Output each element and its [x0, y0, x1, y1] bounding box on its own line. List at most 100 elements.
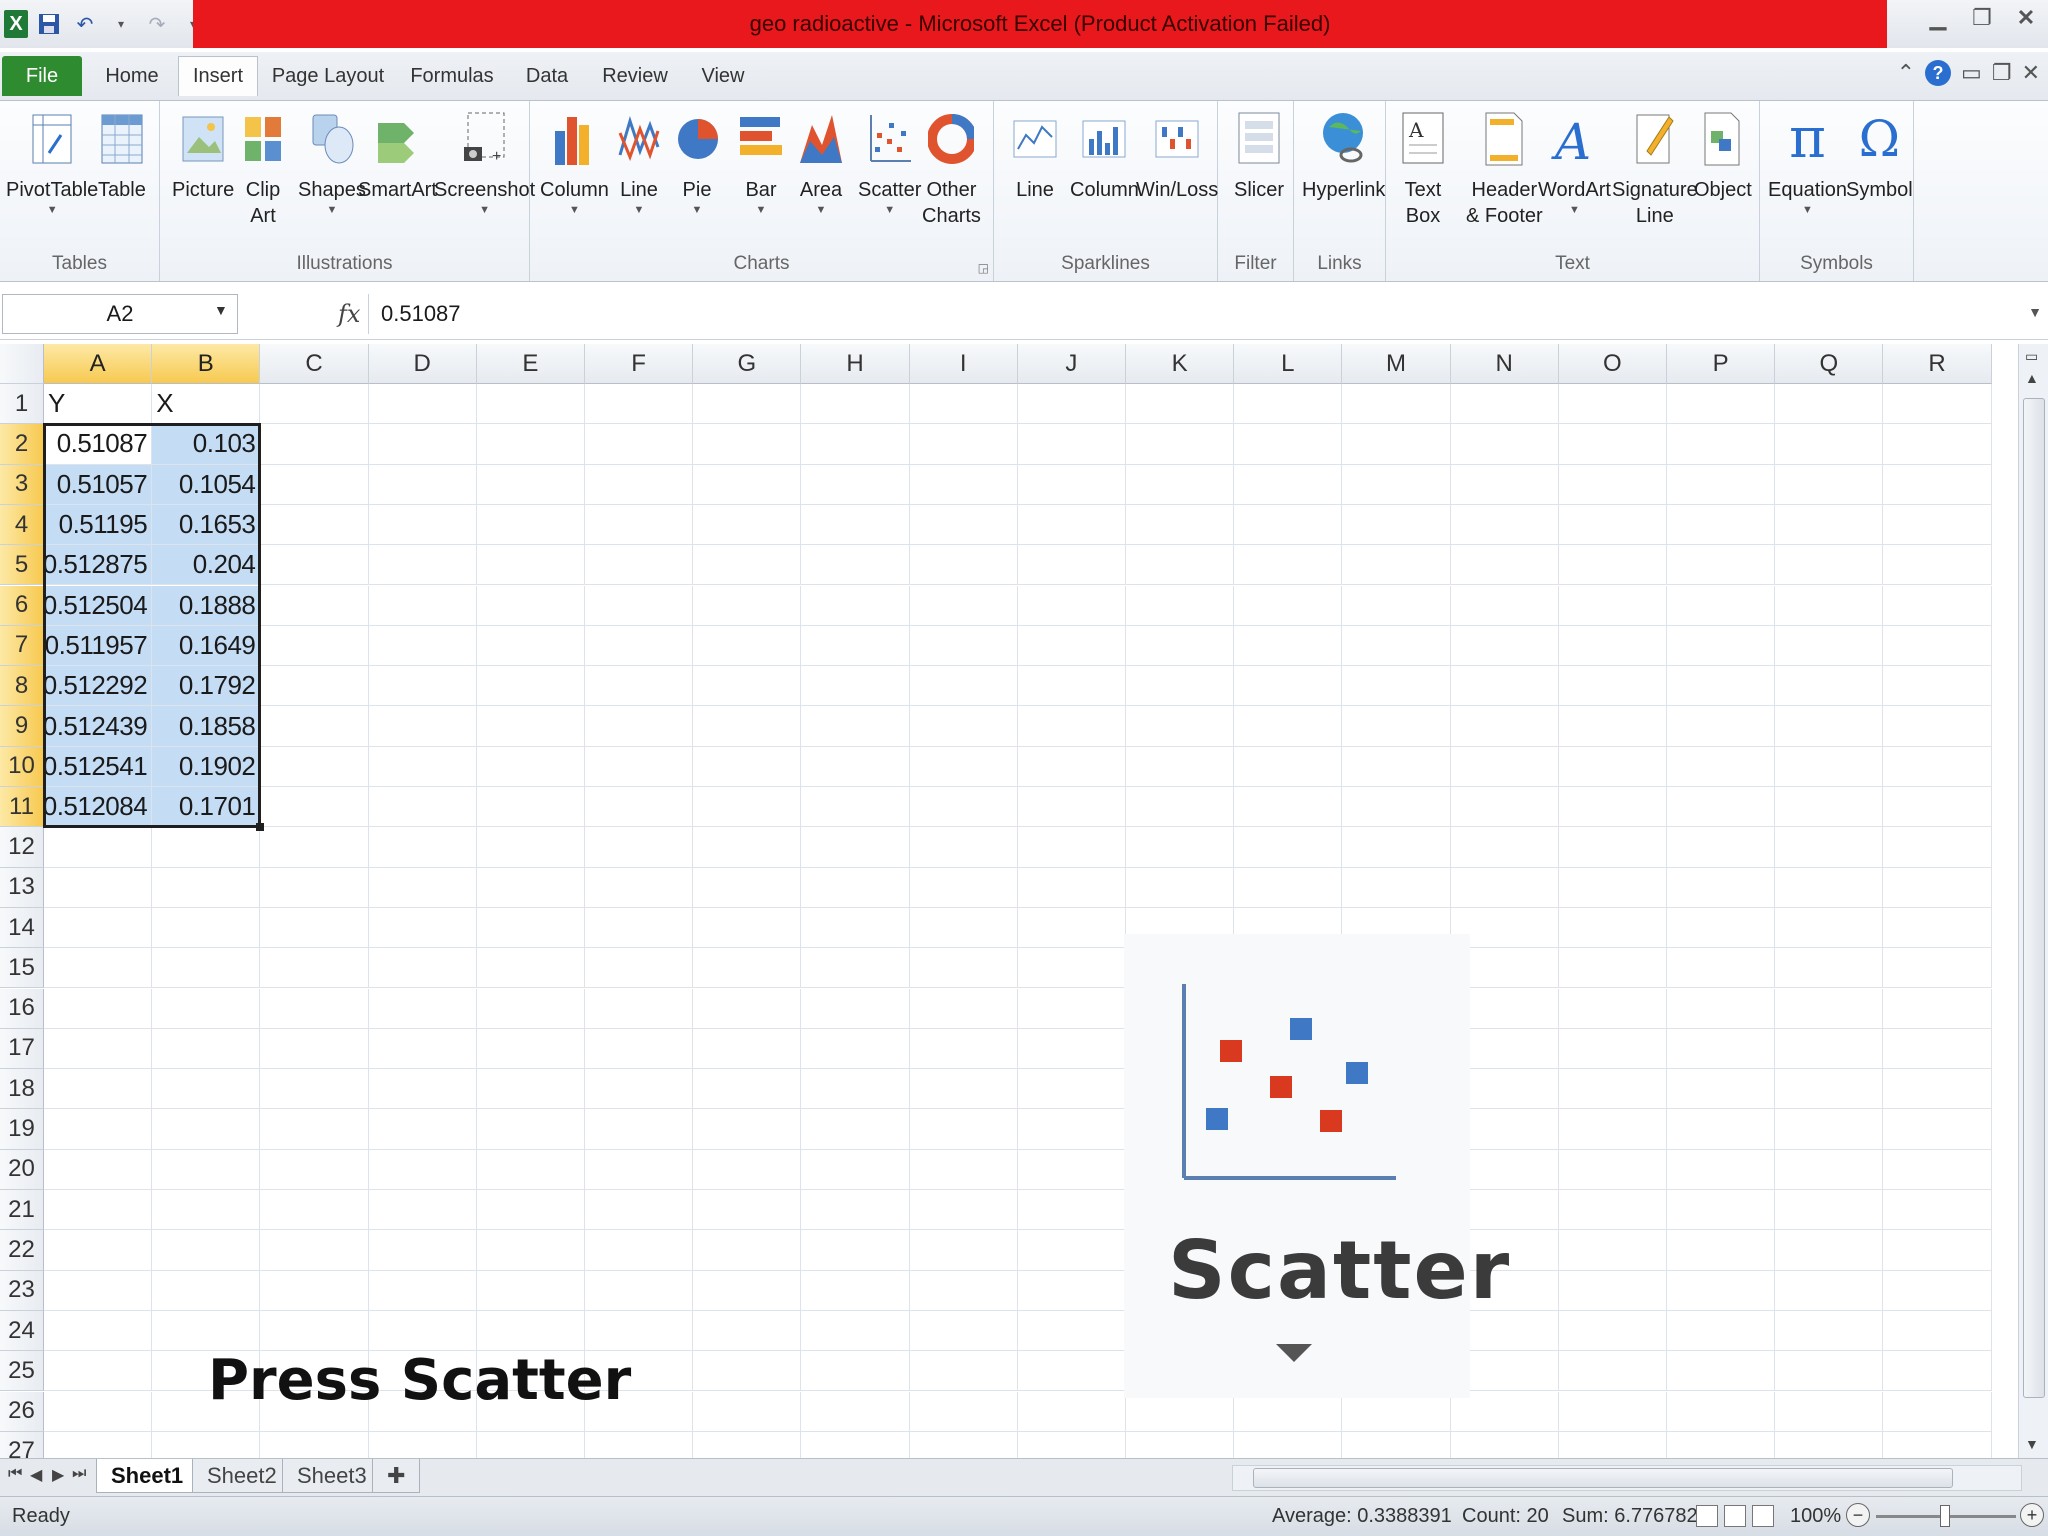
- cell-I26[interactable]: [909, 1391, 1018, 1432]
- column-header[interactable]: B: [152, 344, 261, 384]
- tab-review[interactable]: Review: [596, 56, 674, 96]
- zoom-slider-knob[interactable]: [1940, 1505, 1950, 1527]
- cell-I17[interactable]: [909, 1028, 1018, 1070]
- cell-E24[interactable]: [476, 1310, 585, 1352]
- cell-P17[interactable]: [1667, 1028, 1776, 1070]
- minimize-ribbon-icon[interactable]: ⌃: [1897, 60, 1915, 86]
- cell-C1[interactable]: [260, 384, 369, 425]
- expand-formula-bar-icon[interactable]: ▼: [2028, 304, 2042, 320]
- cell-I16[interactable]: [909, 988, 1018, 1029]
- cell-B2[interactable]: 0.103: [152, 424, 261, 465]
- cell-R12[interactable]: [1883, 827, 1992, 868]
- cell-H13[interactable]: [801, 867, 910, 908]
- cell-R20[interactable]: [1883, 1149, 1992, 1190]
- cell-A12[interactable]: [44, 827, 153, 868]
- cell-Q6[interactable]: [1775, 585, 1884, 626]
- cell-Q14[interactable]: [1775, 907, 1884, 949]
- cell-J24[interactable]: [1017, 1310, 1126, 1352]
- cell-D4[interactable]: [368, 504, 477, 546]
- cell-P8[interactable]: [1667, 666, 1776, 707]
- cell-F5[interactable]: [585, 545, 694, 586]
- cell-C3[interactable]: [260, 464, 369, 505]
- cell-Q7[interactable]: [1775, 625, 1884, 667]
- cell-A26[interactable]: [44, 1391, 153, 1432]
- save-icon[interactable]: [34, 8, 64, 40]
- cell-B3[interactable]: 0.1054: [152, 464, 261, 505]
- cell-G2[interactable]: [693, 424, 802, 465]
- cell-M2[interactable]: [1342, 424, 1451, 465]
- cell-Q17[interactable]: [1775, 1028, 1884, 1070]
- cell-O15[interactable]: [1558, 948, 1667, 989]
- cell-D11[interactable]: [368, 787, 477, 828]
- cell-I8[interactable]: [909, 666, 1018, 707]
- cell-M11[interactable]: [1342, 787, 1451, 828]
- cell-L12[interactable]: [1234, 827, 1343, 868]
- column-header[interactable]: E: [476, 344, 585, 384]
- cell-K2[interactable]: [1126, 424, 1235, 465]
- cell-I12[interactable]: [909, 827, 1018, 868]
- cell-L3[interactable]: [1234, 464, 1343, 505]
- cell-N12[interactable]: [1450, 827, 1559, 868]
- cell-I2[interactable]: [909, 424, 1018, 465]
- cell-Q18[interactable]: [1775, 1069, 1884, 1110]
- column-header[interactable]: J: [1017, 344, 1126, 384]
- table-button[interactable]: Table: [98, 109, 146, 203]
- tab-formulas[interactable]: Formulas: [404, 56, 500, 96]
- row-header[interactable]: 25: [0, 1351, 44, 1392]
- cell-R27[interactable]: [1883, 1431, 1992, 1458]
- cell-G7[interactable]: [693, 625, 802, 667]
- cell-R9[interactable]: [1883, 706, 1992, 747]
- row-header[interactable]: 21: [0, 1190, 44, 1231]
- cell-F19[interactable]: [585, 1109, 694, 1150]
- page-layout-view-icon[interactable]: [1724, 1505, 1746, 1527]
- cell-Q10[interactable]: [1775, 746, 1884, 787]
- cell-D16[interactable]: [368, 988, 477, 1029]
- cell-B8[interactable]: 0.1792: [152, 666, 261, 707]
- cell-H21[interactable]: [801, 1190, 910, 1231]
- vertical-scroll-thumb[interactable]: [2023, 398, 2045, 1398]
- horizontal-scroll-thumb[interactable]: [1253, 1468, 1953, 1488]
- cell-K9[interactable]: [1126, 706, 1235, 747]
- cell-A19[interactable]: [44, 1109, 153, 1150]
- cell-N7[interactable]: [1450, 625, 1559, 667]
- cell-H25[interactable]: [801, 1351, 910, 1392]
- cell-J10[interactable]: [1017, 746, 1126, 787]
- wordart-button[interactable]: A WordArt ▼: [1538, 109, 1611, 217]
- cell-R14[interactable]: [1883, 907, 1992, 949]
- cell-L7[interactable]: [1234, 625, 1343, 667]
- row-header[interactable]: 9: [0, 706, 44, 747]
- cell-B24[interactable]: [152, 1310, 261, 1352]
- column-header[interactable]: P: [1667, 344, 1776, 384]
- cell-A2[interactable]: 0.51087: [44, 424, 153, 465]
- cell-J13[interactable]: [1017, 867, 1126, 908]
- cell-Q5[interactable]: [1775, 545, 1884, 586]
- cell-R11[interactable]: [1883, 787, 1992, 828]
- cell-M10[interactable]: [1342, 746, 1451, 787]
- cell-D12[interactable]: [368, 827, 477, 868]
- row-header[interactable]: 16: [0, 988, 44, 1029]
- cell-J11[interactable]: [1017, 787, 1126, 828]
- cell-A8[interactable]: 0.512292: [43, 666, 153, 707]
- cell-O23[interactable]: [1558, 1270, 1667, 1311]
- cell-E17[interactable]: [476, 1028, 585, 1070]
- cell-A10[interactable]: 0.512541: [43, 746, 153, 787]
- cell-P2[interactable]: [1667, 424, 1776, 465]
- equation-button[interactable]: π Equation ▼: [1768, 109, 1847, 217]
- cell-Q24[interactable]: [1775, 1310, 1884, 1352]
- excel-logo-icon[interactable]: X: [4, 10, 28, 38]
- cell-P23[interactable]: [1667, 1270, 1776, 1311]
- cell-G23[interactable]: [693, 1270, 802, 1311]
- cell-P14[interactable]: [1667, 907, 1776, 949]
- cell-F16[interactable]: [585, 988, 694, 1029]
- cell-F9[interactable]: [585, 706, 694, 747]
- cell-B13[interactable]: [152, 867, 261, 908]
- cell-G4[interactable]: [693, 504, 802, 546]
- cell-F20[interactable]: [585, 1149, 694, 1190]
- name-box-dropdown-icon[interactable]: ▼: [214, 302, 228, 318]
- cell-N5[interactable]: [1450, 545, 1559, 586]
- cell-G19[interactable]: [693, 1109, 802, 1150]
- cell-F24[interactable]: [585, 1310, 694, 1352]
- row-header[interactable]: 12: [0, 827, 44, 868]
- cell-G25[interactable]: [693, 1351, 802, 1392]
- cell-I4[interactable]: [909, 504, 1018, 546]
